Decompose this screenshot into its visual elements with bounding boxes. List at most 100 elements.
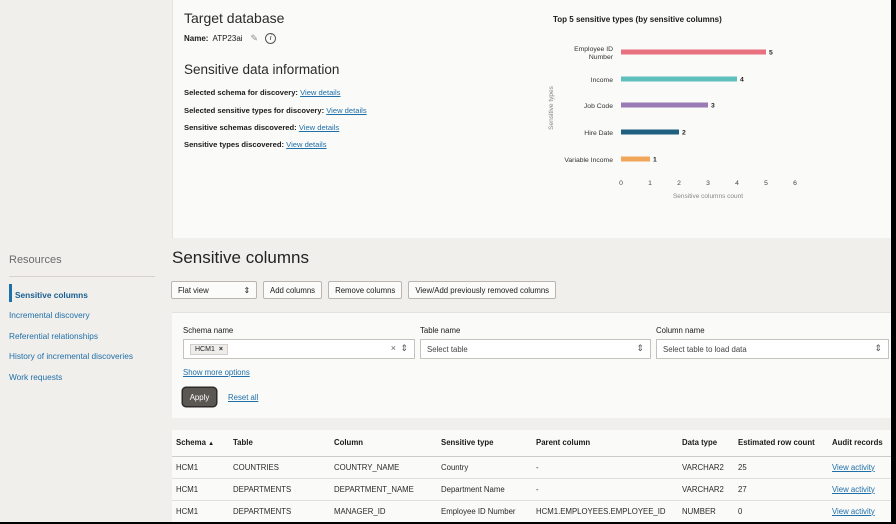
column-header-data-type[interactable]: Data type [678, 430, 734, 457]
bar [621, 49, 766, 55]
info-label: Selected schema for discovery: [184, 88, 298, 97]
cell: DEPARTMENT_NAME [330, 478, 437, 501]
cell: HCM1 [172, 478, 229, 501]
chevron-updown-icon: ⇕ [636, 343, 644, 353]
bar-value-label: 1 [653, 157, 657, 164]
active-nav-indicator [9, 284, 12, 302]
nav-sensitive-columns[interactable]: Sensitive columns [15, 290, 175, 301]
target-name-row: Name: ATP23ai ✎ i [184, 33, 277, 44]
sensitive-columns-table: Schema ▲ Table Column Sensitive type Par… [172, 430, 891, 522]
x-tick-label: 5 [764, 180, 768, 187]
x-tick-label: 4 [735, 180, 739, 187]
info-line-schemas-discovered: Sensitive schemas discovered: View detai… [184, 123, 339, 132]
cell: 25 [734, 456, 828, 479]
table-row: HCM1 DEPARTMENTS MANAGER_ID Employee ID … [172, 500, 891, 522]
bar-value-label: 4 [740, 77, 744, 84]
add-columns-button[interactable]: Add columns [263, 281, 323, 299]
cell: Country [437, 456, 532, 479]
cell: 27 [734, 478, 828, 501]
app-window: Target database Name: ATP23ai ✎ i Sensit… [0, 0, 891, 522]
clear-icon[interactable]: × [391, 343, 396, 353]
view-activity-link[interactable]: View activity [832, 463, 875, 472]
schema-name-field[interactable]: HCM1 × × ⇕ [183, 339, 415, 359]
cell: HCM1 [172, 500, 229, 522]
target-database-card: Target database Name: ATP23ai ✎ i Sensit… [172, 0, 891, 238]
nav-referential-relationships[interactable]: Referential relationships [9, 331, 169, 342]
cell: Employee ID Number [437, 500, 532, 522]
filter-card: Schema name HCM1 × × ⇕ Table name Select… [172, 312, 891, 418]
nav-work-requests[interactable]: Work requests [9, 372, 169, 383]
cell: COUNTRIES [229, 456, 330, 479]
name-value: ATP23ai [212, 34, 243, 43]
reset-all-link[interactable]: Reset all [228, 393, 258, 402]
target-database-heading: Target database [184, 10, 285, 26]
cell: VARCHAR2 [678, 478, 734, 501]
bar [621, 129, 679, 135]
column-header-parent-column[interactable]: Parent column [532, 430, 678, 457]
columns-toolbar: Flat view ⇕ Add columns Remove columns V… [171, 281, 557, 299]
bar [621, 156, 650, 162]
chart-title: Top 5 sensitive types (by sensitive colu… [553, 15, 722, 24]
schema-chip-label: HCM1 [195, 345, 215, 353]
view-activity-link[interactable]: View activity [832, 507, 875, 516]
cell: DEPARTMENTS [229, 500, 330, 522]
bar-value-label: 3 [711, 103, 715, 110]
x-tick-label: 2 [677, 180, 681, 187]
chip-remove-icon[interactable]: × [219, 346, 223, 353]
info-label: Selected sensitive types for discovery: [184, 106, 325, 115]
schema-chip: HCM1 × [190, 343, 228, 355]
table-row: HCM1 COUNTRIES COUNTRY_NAME Country - VA… [172, 456, 891, 479]
cell: MANAGER_ID [330, 500, 437, 522]
cell: Department Name [437, 478, 532, 501]
left-panel-top [0, 0, 172, 238]
column-header-table[interactable]: Table [229, 430, 330, 457]
nav-incremental-discovery[interactable]: Incremental discovery [9, 310, 169, 321]
x-tick-label: 3 [706, 180, 710, 187]
apply-button[interactable]: Apply [183, 388, 216, 406]
info-label: Sensitive types discovered: [184, 140, 285, 149]
chevron-updown-icon: ⇕ [400, 343, 408, 353]
category-label: Employee ID [574, 46, 613, 53]
table-header-row: Schema ▲ Table Column Sensitive type Par… [172, 430, 891, 457]
cell: - [532, 478, 678, 501]
sort-ascending-icon[interactable]: ▲ [208, 441, 214, 447]
resources-divider [9, 276, 155, 277]
view-activity-link[interactable]: View activity [832, 485, 875, 494]
cell: HCM1.EMPLOYEES.EMPLOYEE_ID [532, 500, 678, 522]
x-axis-label: Sensitive columns count [673, 193, 743, 200]
sensitive-info-heading: Sensitive data information [184, 62, 340, 77]
info-line-types-discovered: Sensitive types discovered: View details [184, 140, 327, 149]
cell: DEPARTMENTS [229, 478, 330, 501]
name-label: Name: [184, 34, 209, 43]
column-header-audit-records[interactable]: Audit records [828, 430, 891, 457]
table-name-placeholder: Select table [427, 344, 468, 354]
category-label: Hire Date [584, 130, 613, 137]
chevron-updown-icon: ⇕ [243, 285, 250, 295]
table-name-select[interactable]: Select table ⇕ [420, 339, 651, 359]
view-details-link[interactable]: View details [300, 88, 340, 97]
cell: COUNTRY_NAME [330, 456, 437, 479]
table-row: HCM1 DEPARTMENTS DEPARTMENT_NAME Departm… [172, 478, 891, 501]
bar [621, 102, 708, 108]
x-tick-label: 1 [648, 180, 652, 187]
remove-columns-button[interactable]: Remove columns [328, 281, 403, 299]
column-header-schema[interactable]: Schema ▲ [172, 430, 229, 457]
column-header-sensitive-type[interactable]: Sensitive type [437, 430, 532, 457]
bar [621, 76, 737, 82]
info-icon[interactable]: i [265, 33, 277, 44]
view-details-link[interactable]: View details [286, 140, 326, 149]
category-label: Income [591, 77, 614, 84]
view-details-link[interactable]: View details [299, 123, 339, 132]
info-line-schema: Selected schema for discovery: View deta… [184, 88, 340, 97]
view-select[interactable]: Flat view ⇕ [171, 281, 257, 299]
column-name-select[interactable]: Select table to load data ⇕ [656, 339, 889, 359]
category-label: Job Code [584, 103, 613, 110]
pencil-icon[interactable]: ✎ [251, 33, 259, 44]
view-removed-columns-button[interactable]: View/Add previously removed columns [408, 281, 557, 299]
view-details-link[interactable]: View details [326, 106, 366, 115]
nav-history-incremental-discoveries[interactable]: History of incremental discoveries [9, 351, 169, 362]
info-label: Sensitive schemas discovered: [184, 123, 297, 132]
column-header-column[interactable]: Column [330, 430, 437, 457]
column-header-estimated-row-count[interactable]: Estimated row count [734, 430, 828, 457]
show-more-options-link[interactable]: Show more options [183, 368, 250, 377]
